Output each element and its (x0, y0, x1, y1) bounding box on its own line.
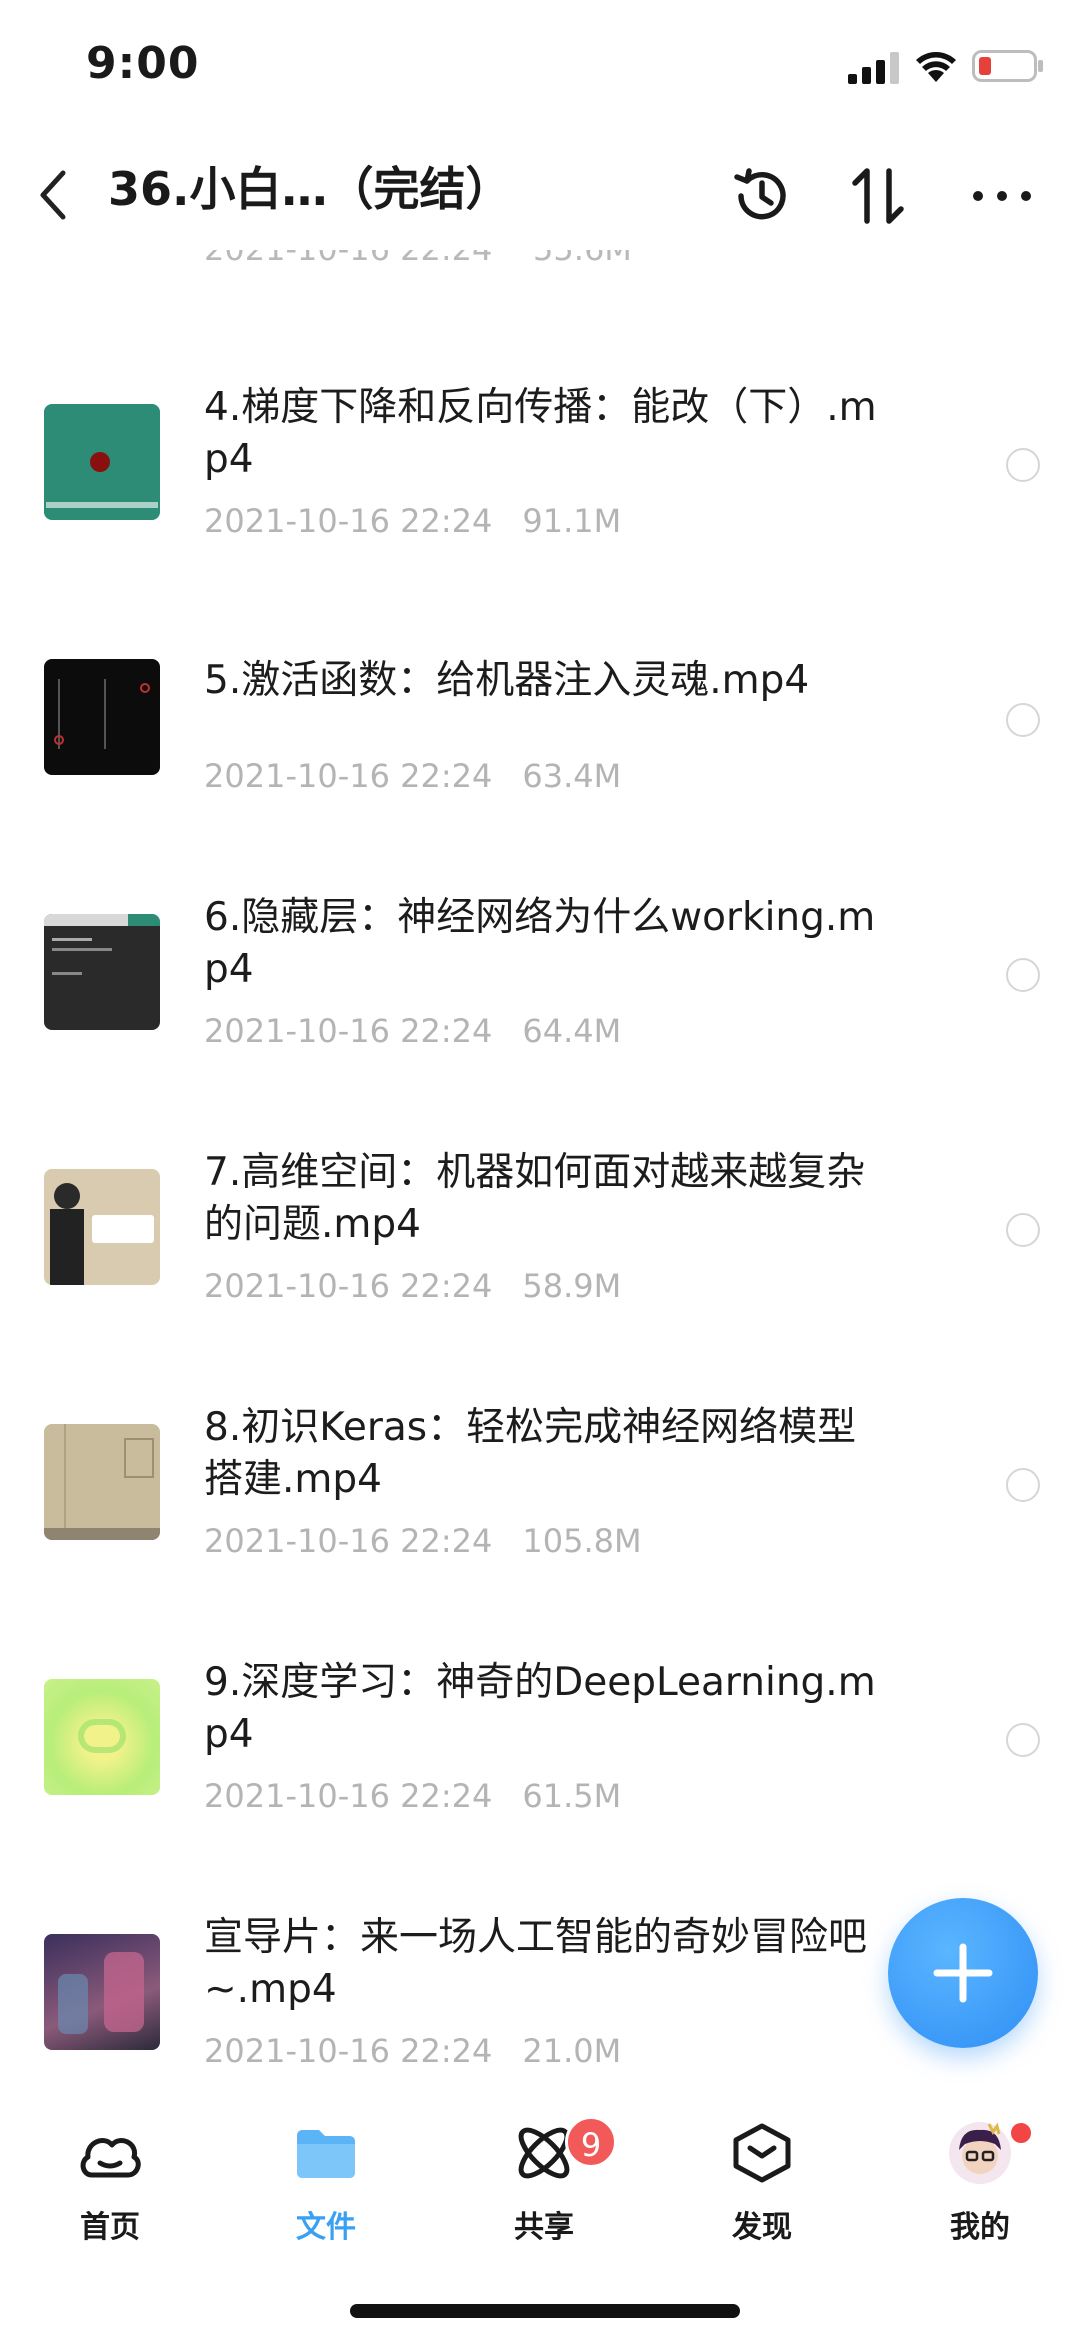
bottom-tab-bar: 首页 文件 共享 发现 我的 (0, 2100, 1080, 2260)
file-row[interactable]: 6.隐藏层：神经网络为什么working.mp4 2021-10-16 22:2… (0, 880, 1080, 1090)
file-name: 4.梯度下降和反向传播：能改（下）.mp4 (204, 385, 877, 482)
plus-icon (933, 1943, 993, 2003)
video-thumbnail (44, 1934, 160, 2050)
file-row[interactable]: 5.激活函数：给机器注入灵魂.mp4 2021-10-16 22:24 63.4M (0, 625, 1080, 835)
more-options-button[interactable] (966, 160, 1038, 232)
file-meta: 2021-10-16 22:24 21.0M (204, 2032, 622, 2070)
file-row[interactable]: 7.高维空间：机器如何面对越来越复杂的问题.mp4 2021-10-16 22:… (0, 1135, 1080, 1345)
file-meta: 2021-10-16 22:24 63.4M (204, 757, 622, 795)
file-meta: 2021-10-16 22:24 58.9M (204, 1267, 622, 1305)
video-thumbnail (44, 404, 160, 520)
tab-files[interactable]: 文件 (246, 2120, 406, 2250)
tab-me[interactable]: 我的 (900, 2120, 1060, 2250)
history-button[interactable] (726, 160, 798, 232)
file-meta: 2021-10-16 22:24 61.5M (204, 1777, 622, 1815)
avatar (949, 2122, 1011, 2184)
tab-label: 我的 (950, 2210, 1010, 2245)
status-bar: 9:00 (0, 0, 1080, 130)
add-button[interactable] (888, 1898, 1038, 2048)
tab-label: 发现 (732, 2210, 792, 2245)
video-thumbnail (44, 1169, 160, 1285)
select-checkbox[interactable] (1006, 703, 1040, 737)
history-icon (734, 168, 786, 220)
file-meta: 2021-10-16 22:24 105.8M (204, 1522, 642, 1560)
more-dots-icon (973, 191, 1031, 201)
file-meta: 2021-10-16 22:24 64.4M (204, 1012, 622, 1050)
select-checkbox[interactable] (1006, 958, 1040, 992)
page-title: 36.小白…（完结） (108, 162, 512, 216)
tab-label: 首页 (80, 2210, 140, 2245)
file-name: 8.初识Keras：轻松完成神经网络模型搭建.mp4 (204, 1405, 857, 1502)
sort-icon (852, 168, 904, 224)
file-meta: 2021-10-16 22:24 91.1M (204, 502, 622, 540)
video-thumbnail (44, 914, 160, 1030)
me-notification-dot (1008, 2120, 1034, 2146)
file-name: 9.深度学习：神奇的DeepLearning.mp4 (204, 1660, 876, 1757)
sort-button[interactable] (842, 160, 914, 232)
tab-discover[interactable]: 发现 (682, 2120, 842, 2250)
status-time: 9:00 (86, 38, 200, 89)
file-name: 宣导片：来一场人工智能的奇妙冒险吧~.mp4 (204, 1915, 868, 2012)
file-name: 6.隐藏层：神经网络为什么working.mp4 (204, 895, 876, 992)
file-list[interactable]: 2021-10-16 22:24 55.6M 4.梯度下降和反向传播：能改（下）… (0, 230, 1080, 2070)
tab-label: 共享 (514, 2210, 574, 2245)
file-row[interactable]: 4.梯度下降和反向传播：能改（下）.mp4 2021-10-16 22:24 91… (0, 370, 1080, 580)
chevron-left-icon (40, 170, 66, 220)
share-notification-badge: 9 (565, 2116, 617, 2168)
header-bar: 36.小白…（完结） (0, 140, 1080, 250)
cloud-icon (80, 2138, 141, 2178)
select-checkbox[interactable] (1006, 1213, 1040, 1247)
wifi-icon (916, 52, 956, 82)
back-button[interactable] (22, 160, 82, 230)
file-name: 7.高维空间：机器如何面对越来越复杂的问题.mp4 (204, 1150, 866, 1247)
select-checkbox[interactable] (1006, 1468, 1040, 1502)
battery-icon (972, 50, 1043, 82)
cellular-signal-icon (848, 52, 899, 84)
discover-box-icon (733, 2123, 791, 2183)
select-checkbox[interactable] (1006, 1723, 1040, 1757)
folder-icon (297, 2130, 355, 2178)
video-thumbnail (44, 1424, 160, 1540)
home-indicator[interactable] (350, 2304, 740, 2318)
file-row[interactable]: 9.深度学习：神奇的DeepLearning.mp4 2021-10-16 22… (0, 1645, 1080, 1855)
tab-label: 文件 (296, 2210, 356, 2245)
video-thumbnail (44, 659, 160, 775)
select-checkbox[interactable] (1006, 448, 1040, 482)
file-row[interactable]: 8.初识Keras：轻松完成神经网络模型搭建.mp4 2021-10-16 22… (0, 1390, 1080, 1600)
video-thumbnail (44, 1679, 160, 1795)
tab-home[interactable]: 首页 (30, 2120, 190, 2250)
file-name: 5.激活函数：给机器注入灵魂.mp4 (204, 658, 810, 703)
